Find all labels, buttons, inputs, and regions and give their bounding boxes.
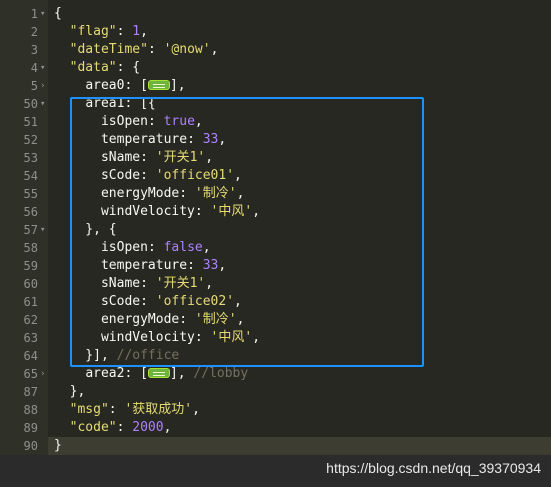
watermark-text: https://blog.csdn.net/qq_39370934	[326, 460, 541, 476]
line-number: 63	[23, 331, 38, 345]
code-line[interactable]: "dateTime": '@now',	[54, 41, 219, 59]
code-line[interactable]: "code": 2000,	[54, 419, 172, 437]
code-line[interactable]: area0: [],	[54, 77, 186, 95]
code-line[interactable]: "msg": '获取成功',	[54, 401, 200, 419]
line-number: 55	[23, 187, 38, 201]
line-number: 56	[23, 205, 38, 219]
code-token: ],	[169, 78, 186, 93]
code-line[interactable]: },	[54, 383, 86, 401]
code-token: "dateTime"	[69, 42, 148, 57]
code-token: "msg"	[69, 402, 109, 417]
code-editor[interactable]: 1 ▾ 2 3 4 ▾ 5 › 50 ▾ 51 52 53 54 55 56 57 ▾ 58 59 60 61 62 63 64…	[0, 0, 551, 487]
line-number: 87	[23, 385, 38, 399]
code-line[interactable]: "data": {	[54, 59, 140, 77]
code-line[interactable]: }	[54, 437, 62, 455]
code-token: '获取成功'	[124, 402, 193, 417]
line-number-gutter: 1 ▾ 2 3 4 ▾ 5 › 50 ▾ 51 52 53 54 55 56 57 ▾ 58 59 60 61 62 63 64…	[0, 0, 48, 487]
code-token: :	[147, 42, 164, 57]
code-line[interactable]: "flag": 1,	[54, 23, 148, 41]
line-number: 65	[23, 367, 38, 381]
code-token: ,	[140, 24, 148, 39]
code-token: '@now'	[163, 42, 211, 57]
line-number: 59	[23, 259, 38, 273]
fold-arrow-icon[interactable]: ▾	[40, 59, 48, 77]
code-line[interactable]: area2: [], //lobby	[54, 365, 248, 383]
line-number: 53	[23, 151, 38, 165]
unfold-arrow-icon[interactable]: ›	[40, 77, 48, 95]
code-token: {	[54, 6, 62, 21]
code-token: :	[116, 24, 133, 39]
line-number: 88	[23, 403, 38, 417]
code-token: //lobby	[193, 366, 249, 381]
code-token: : [	[124, 78, 148, 93]
line-number: 61	[23, 295, 38, 309]
code-line[interactable]: {	[54, 5, 62, 23]
code-token: 2000	[132, 420, 164, 435]
line-number: 57	[23, 223, 38, 237]
folded-code-widget-icon[interactable]	[147, 368, 170, 378]
unfold-arrow-icon[interactable]: ›	[40, 365, 48, 383]
line-number: 58	[23, 241, 38, 255]
fold-arrow-icon[interactable]: ▾	[40, 95, 48, 113]
code-token: : [	[124, 366, 148, 381]
line-number: 90	[23, 439, 38, 453]
code-token: ,	[192, 402, 200, 417]
line-number: 54	[23, 169, 38, 183]
line-number: 3	[30, 43, 38, 57]
line-number: 51	[23, 115, 38, 129]
line-number: 4	[30, 61, 38, 75]
code-token: ,	[210, 42, 219, 57]
line-number: 1	[30, 7, 38, 21]
code-token: area0	[85, 78, 125, 93]
code-token: :	[108, 402, 125, 417]
folded-code-widget-icon[interactable]	[147, 80, 170, 90]
line-number: 2	[30, 25, 38, 39]
line-number: 52	[23, 133, 38, 147]
code-token: 1	[132, 24, 141, 39]
line-number: 50	[23, 97, 38, 111]
line-number: 5	[30, 79, 38, 93]
annotation-highlight-box	[70, 97, 424, 367]
fold-arrow-icon[interactable]: ▾	[40, 221, 48, 239]
code-token: ,	[163, 420, 172, 435]
line-number: 89	[23, 421, 38, 435]
code-token: :	[116, 420, 133, 435]
code-token: "code"	[69, 420, 117, 435]
code-token: "flag"	[69, 24, 117, 39]
code-token: : {	[116, 60, 141, 75]
line-number: 64	[23, 349, 38, 363]
code-token: area2	[85, 366, 125, 381]
fold-arrow-icon[interactable]: ▾	[40, 5, 48, 23]
code-token: }	[54, 438, 62, 453]
line-number: 60	[23, 277, 38, 291]
code-token: },	[54, 384, 86, 399]
code-token: "data"	[69, 60, 117, 75]
code-token: ],	[169, 366, 194, 381]
line-number: 62	[23, 313, 38, 327]
